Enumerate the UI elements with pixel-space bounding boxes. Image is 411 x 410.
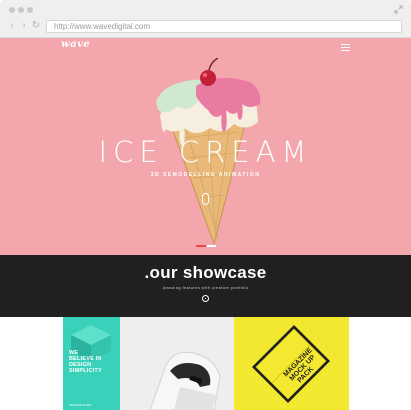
- hero-section: wave ICE CREAM 3D SEMODELLING ANIMATION: [0, 38, 411, 255]
- expand-icon[interactable]: [394, 5, 403, 14]
- hero-subtitle: 3D SEMODELLING ANIMATION: [150, 172, 261, 178]
- menu-icon[interactable]: [341, 44, 350, 51]
- forward-button[interactable]: ›: [19, 21, 29, 31]
- tile-text: WE BELIEVE IN DESIGN SIMPLICITY: [69, 350, 120, 374]
- hero-title: ICE CREAM: [98, 135, 313, 169]
- browser-toolbar: ‹ › ↻ http://www.wavedigital.com: [0, 0, 411, 38]
- window-dot[interactable]: [9, 7, 15, 13]
- address-bar[interactable]: http://www.wavedigital.com: [46, 20, 402, 33]
- circle-icon[interactable]: [202, 295, 209, 302]
- window-dot[interactable]: [27, 7, 33, 13]
- reload-button[interactable]: ↻: [31, 21, 41, 31]
- scroll-mouse-icon[interactable]: [202, 193, 209, 205]
- portfolio-tile-device[interactable]: [120, 317, 234, 410]
- device-image: [120, 317, 234, 410]
- slide-dot-active[interactable]: [196, 245, 206, 247]
- magazine-image: MAGAZINE MOCK UP PACK: [252, 325, 330, 403]
- browser-window: ‹ › ↻ http://www.wavedigital.com wave IC…: [0, 0, 411, 410]
- logo[interactable]: wave: [61, 39, 90, 50]
- showcase-section: .our showcase Amazing features with crea…: [0, 255, 411, 317]
- window-dot[interactable]: [18, 7, 24, 13]
- back-button[interactable]: ‹: [7, 21, 17, 31]
- portfolio-tile-simplicity[interactable]: WE BELIEVE IN DESIGN SIMPLICITY SEMMELBI…: [63, 317, 120, 410]
- slider-indicator[interactable]: [196, 245, 216, 247]
- portfolio-grid: WE BELIEVE IN DESIGN SIMPLICITY SEMMELBI…: [63, 317, 349, 410]
- tile-footer: SEMMELBINE: [69, 403, 92, 407]
- slide-dot[interactable]: [207, 245, 216, 247]
- showcase-subtitle: Amazing features with creative portfolio: [162, 285, 249, 290]
- showcase-title: .our showcase: [144, 263, 267, 282]
- url-text: http://www.wavedigital.com: [54, 22, 151, 31]
- tile-line: DESIGN SIMPLICITY: [69, 362, 102, 374]
- portfolio-tile-magazine[interactable]: MAGAZINE MOCK UP PACK: [234, 317, 349, 410]
